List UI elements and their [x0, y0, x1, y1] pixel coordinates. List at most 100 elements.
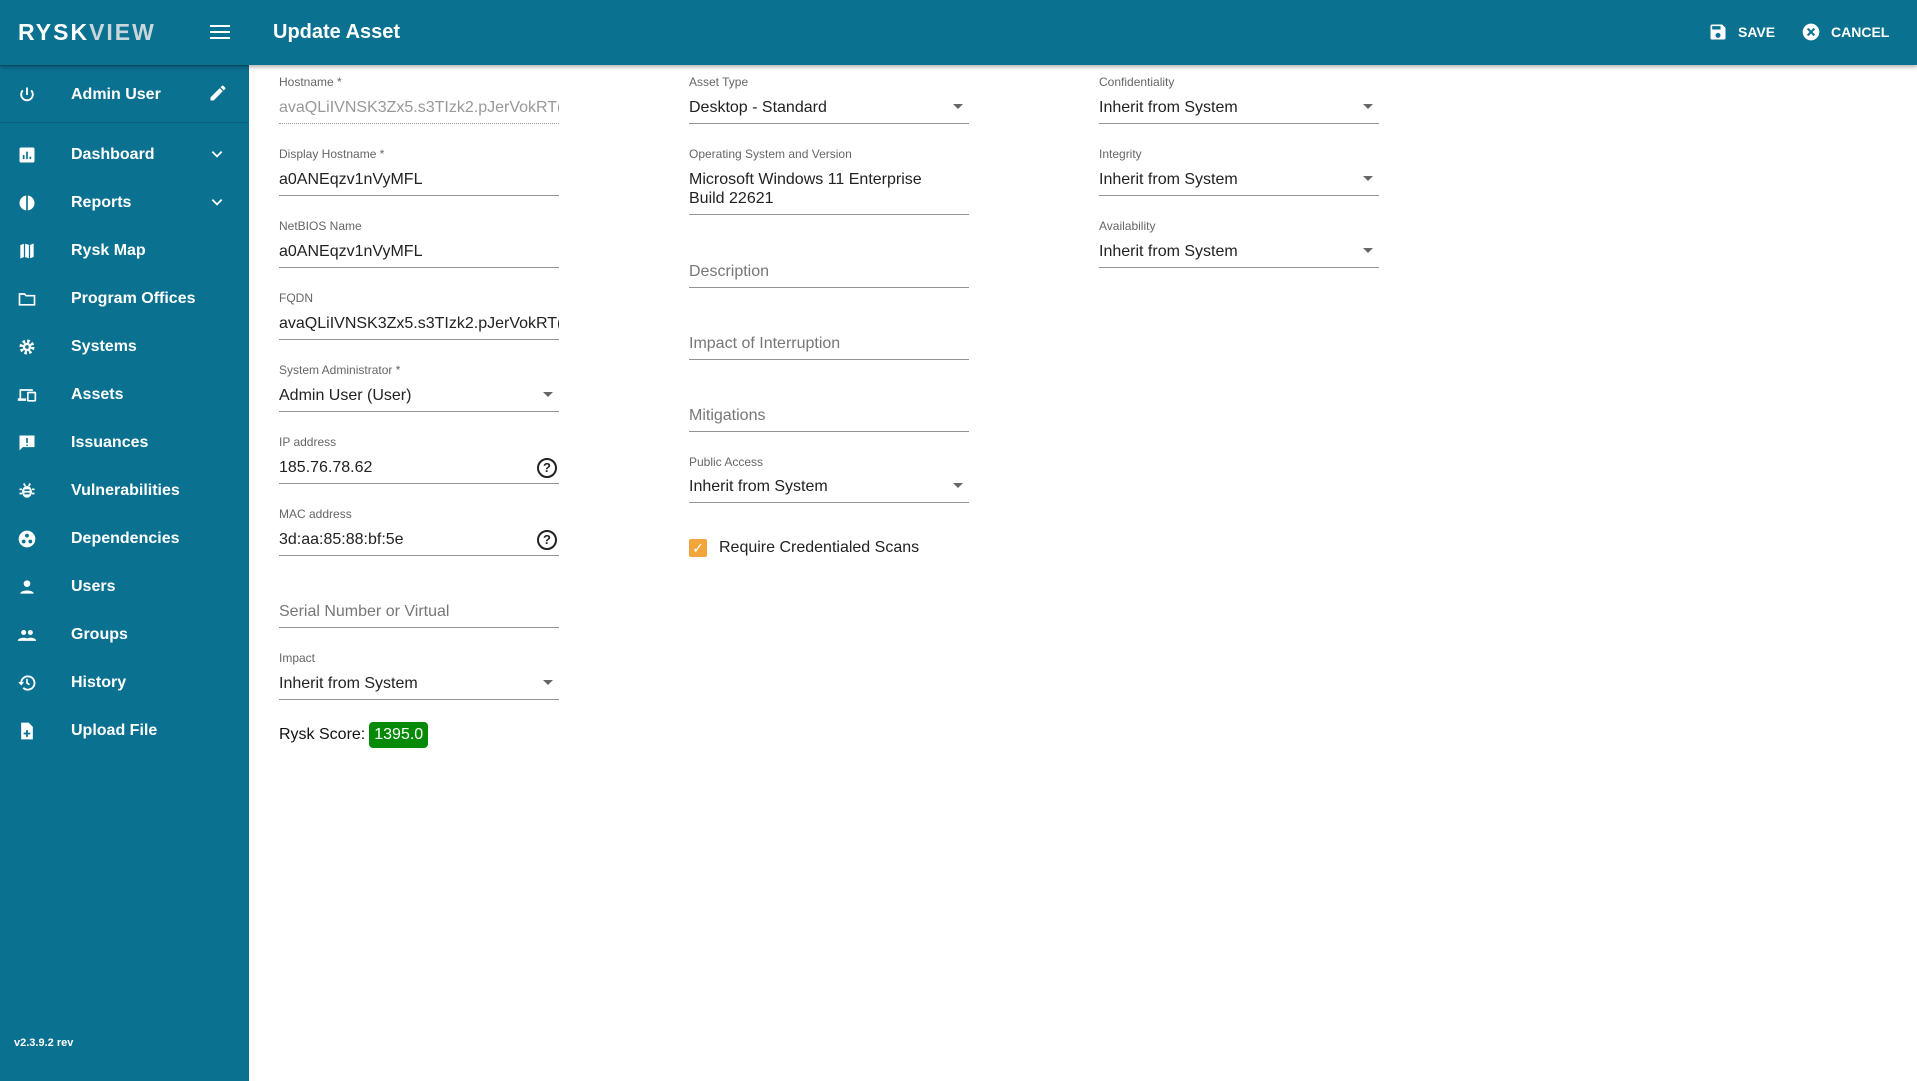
placeholder: Mitigations — [689, 407, 766, 424]
confidentiality-select[interactable]: Confidentiality Inherit from System — [1099, 75, 1379, 124]
chevron-down-icon[interactable] — [210, 147, 224, 164]
hamburger-menu-icon[interactable] — [210, 22, 230, 42]
sidebar-item-label: Upload File — [71, 722, 158, 739]
field-label: MAC address — [279, 507, 352, 521]
rysk-score-badge: 1395.0 — [369, 722, 429, 748]
dropdown-arrow-icon[interactable] — [953, 104, 963, 109]
field-label: Public Access — [689, 455, 764, 469]
sidebar-item-reports[interactable]: Reports — [0, 183, 249, 223]
integrity-select[interactable]: Integrity Inherit from System — [1099, 147, 1379, 196]
checkbox-checked-icon[interactable]: ✓ — [689, 539, 707, 557]
dropdown-arrow-icon[interactable] — [543, 392, 553, 397]
availability-select[interactable]: Availability Inherit from System — [1099, 219, 1379, 268]
sidebar-item-rysk-map[interactable]: Rysk Map — [0, 231, 249, 271]
help-icon[interactable]: ? — [537, 458, 557, 478]
version-label: v2.3.9.2 rev — [14, 1037, 74, 1049]
folder-icon — [15, 287, 39, 311]
sidebar-item-label: Dashboard — [71, 146, 155, 163]
field-label: Confidentiality — [1099, 75, 1175, 89]
field-label: Display Hostname * — [279, 147, 385, 161]
edit-icon[interactable] — [208, 83, 228, 108]
impact-select[interactable]: Impact Inherit from System — [279, 651, 559, 700]
sidebar-item-users[interactable]: Users — [0, 567, 249, 607]
field-value: avaQLiIVNSK3Zx5.s3TIzk2.pJerVokRT( — [279, 315, 559, 332]
sidebar-item-systems[interactable]: Systems — [0, 327, 249, 367]
placeholder: Impact of Interruption — [689, 335, 841, 352]
field-label: IP address — [279, 435, 337, 449]
field-value: Admin User (User) — [279, 387, 412, 404]
description-field[interactable]: Description — [689, 235, 969, 288]
sidebar-item-upload-file[interactable]: Upload File — [0, 711, 249, 751]
sidebar-item-label: Groups — [71, 626, 128, 643]
sidebar-item-issuances[interactable]: Issuances — [0, 423, 249, 463]
sidebar-item-label: Reports — [71, 194, 132, 211]
user-item[interactable]: Admin User — [0, 75, 249, 115]
placeholder: Serial Number or Virtual — [279, 603, 450, 620]
pie-chart-icon — [15, 191, 39, 215]
help-icon[interactable]: ? — [537, 530, 557, 550]
sidebar-item-dependencies[interactable]: Dependencies — [0, 519, 249, 559]
interruption-field[interactable]: Impact of Interruption — [689, 307, 969, 360]
field-value: avaQLiIVNSK3Zx5.s3TIzk2.pJerVokRT( — [279, 99, 559, 116]
upload-file-icon — [15, 719, 39, 743]
field-label: System Administrator * — [279, 363, 401, 377]
field-value: Microsoft Windows 11 Enterprise Build 226… — [689, 170, 969, 208]
field-value: 185.76.78.62 — [279, 459, 373, 476]
rysk-score-label: Rysk Score: — [279, 726, 366, 743]
dropdown-arrow-icon[interactable] — [1363, 104, 1373, 109]
os-line-1: Microsoft Windows 11 Enterprise — [689, 171, 922, 188]
bug-icon — [15, 479, 39, 503]
sidebar: Admin User Dashboard Reports Rysk Map Progr… — [0, 65, 249, 1081]
field-value: 3d:aa:85:88:bf:5e — [279, 531, 404, 548]
mitigations-field[interactable]: Mitigations — [689, 379, 969, 432]
sidebar-item-groups[interactable]: Groups — [0, 615, 249, 655]
gear-icon — [15, 335, 39, 359]
field-value: Inherit from System — [1099, 99, 1238, 116]
user-name: Admin User — [71, 86, 161, 103]
field-value: a0ANEqzv1nVyMFL — [279, 171, 423, 188]
field-label: Availability — [1099, 219, 1156, 233]
ip-field[interactable]: IP address 185.76.78.62? — [279, 435, 559, 484]
chevron-down-icon[interactable] — [210, 195, 224, 212]
dropdown-arrow-icon[interactable] — [953, 483, 963, 488]
serial-field[interactable]: Serial Number or Virtual — [279, 579, 559, 628]
fqdn-field[interactable]: FQDN avaQLiIVNSK3Zx5.s3TIzk2.pJerVokRT( — [279, 291, 559, 340]
map-icon — [15, 239, 39, 263]
field-label: Integrity — [1099, 147, 1142, 161]
sidebar-item-history[interactable]: History — [0, 663, 249, 703]
feedback-icon — [15, 431, 39, 455]
mac-field[interactable]: MAC address 3d:aa:85:88:bf:5e? — [279, 507, 559, 556]
netbios-field[interactable]: NetBIOS Name a0ANEqzv1nVyMFL — [279, 219, 559, 268]
cancel-icon — [1802, 23, 1820, 41]
sidebar-item-label: Users — [71, 578, 116, 595]
sidebar-item-assets[interactable]: Assets — [0, 375, 249, 415]
cancel-button[interactable]: CANCEL — [1801, 22, 1889, 42]
group-icon — [15, 623, 39, 647]
sidebar-item-label: Assets — [71, 386, 124, 403]
field-value: Inherit from System — [279, 675, 418, 692]
workspaces-icon — [15, 527, 39, 551]
display-hostname-field[interactable]: Display Hostname * a0ANEqzv1nVyMFL — [279, 147, 559, 196]
sidebar-item-vulnerabilities[interactable]: Vulnerabilities — [0, 471, 249, 511]
asset-type-select[interactable]: Asset Type Desktop - Standard — [689, 75, 969, 124]
require-credentialed-scans[interactable]: ✓ Require Credentialed Scans — [689, 539, 919, 557]
sidebar-item-program-offices[interactable]: Program Offices — [0, 279, 249, 319]
logo: RYSKVIEW — [18, 19, 156, 45]
dropdown-arrow-icon[interactable] — [543, 680, 553, 685]
history-icon — [15, 671, 39, 695]
dropdown-arrow-icon[interactable] — [1363, 176, 1373, 181]
sidebar-item-label: Program Offices — [71, 290, 196, 307]
save-button[interactable]: SAVE — [1708, 22, 1775, 42]
field-value: Inherit from System — [689, 478, 828, 495]
sysadmin-select[interactable]: System Administrator * Admin User (User) — [279, 363, 559, 412]
sidebar-item-label: Rysk Map — [71, 242, 146, 259]
public-access-select[interactable]: Public Access Inherit from System — [689, 455, 969, 503]
field-value: Inherit from System — [1099, 171, 1238, 188]
placeholder: Description — [689, 263, 770, 280]
os-field[interactable]: Operating System and Version Microsoft Wi… — [689, 147, 969, 215]
hostname-field[interactable]: Hostname * avaQLiIVNSK3Zx5.s3TIzk2.pJerVo… — [279, 75, 559, 124]
dropdown-arrow-icon[interactable] — [1363, 248, 1373, 253]
field-value: Desktop - Standard — [689, 99, 827, 116]
sidebar-item-dashboard[interactable]: Dashboard — [0, 135, 249, 175]
power-icon[interactable] — [15, 83, 39, 107]
